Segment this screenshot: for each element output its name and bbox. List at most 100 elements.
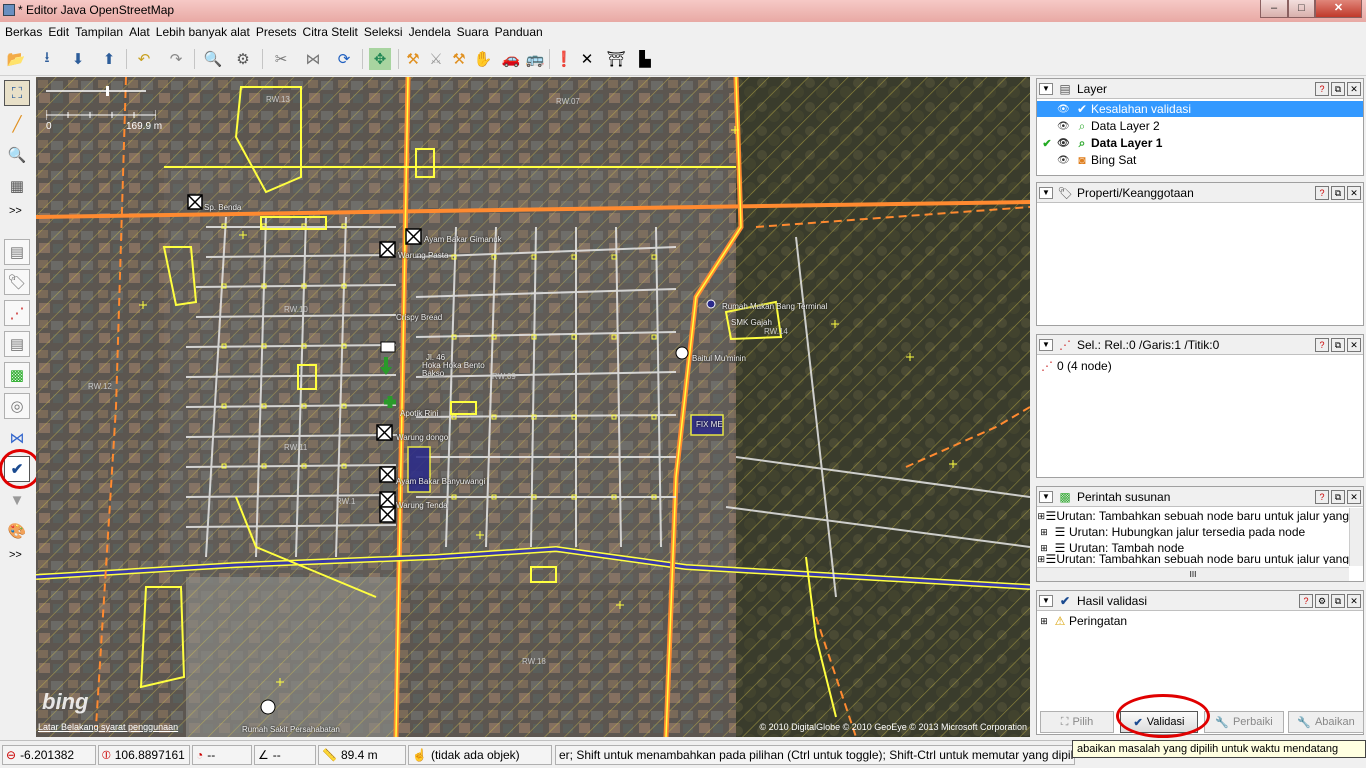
select-tool-icon[interactable]: ⛶: [4, 80, 30, 106]
selection-panel-header[interactable]: ▼ ⋰ Sel.: Rel.:0 /Garis:1 /Titik:0 ? ⧉ ✕: [1037, 335, 1363, 355]
properties-toggle-icon[interactable]: 🏷: [4, 269, 30, 295]
visibility-eye-icon[interactable]: 👁: [1057, 138, 1073, 149]
filter-icon[interactable]: ▼: [4, 487, 30, 513]
menu-file[interactable]: Berkas: [2, 25, 45, 39]
expand-icon[interactable]: ⊞: [1037, 511, 1045, 522]
collapse-icon[interactable]: ▼: [1039, 490, 1053, 503]
help-icon[interactable]: ?: [1315, 82, 1329, 96]
disconnect-icon[interactable]: ⚔: [425, 48, 447, 70]
open-file-icon[interactable]: 📂: [5, 48, 27, 70]
extend-icon[interactable]: ⚒: [448, 48, 470, 70]
menu-view[interactable]: Tampilan: [72, 25, 126, 39]
vertical-scrollbar[interactable]: [1349, 508, 1363, 566]
validation-item[interactable]: ⊞ ⚠ Peringatan: [1037, 613, 1363, 629]
selection-list-toggle-icon[interactable]: ⋰: [4, 300, 30, 326]
upload-icon[interactable]: ⬆: [98, 48, 120, 70]
layers-panel-header[interactable]: ▼ ▤ Layer ? ⧉ ✕: [1037, 79, 1363, 99]
close-icon[interactable]: ✕: [1347, 82, 1361, 96]
help-icon[interactable]: ?: [1315, 490, 1329, 504]
car-icon[interactable]: 🚗: [500, 48, 522, 70]
menu-audio[interactable]: Suara: [454, 25, 492, 39]
split-way-icon[interactable]: ✂: [270, 48, 292, 70]
zoom-search-icon[interactable]: 🔍: [202, 48, 224, 70]
menu-help[interactable]: Panduan: [492, 25, 546, 39]
move-node-icon[interactable]: ✥: [369, 48, 391, 70]
expand-icon[interactable]: ⊞: [1037, 527, 1051, 538]
select-button[interactable]: ⛶ Pilih: [1040, 711, 1114, 733]
horizontal-scrollbar[interactable]: III: [1037, 567, 1349, 581]
help-icon[interactable]: ?: [1315, 338, 1329, 352]
command-item[interactable]: ⊞ ☰ Urutan: Tambahkan sebuah node baru un…: [1037, 554, 1349, 564]
commands-toggle-icon[interactable]: ▤: [4, 331, 30, 357]
validation-panel-header[interactable]: ▼ ✔ Hasil validasi ? ⚙ ⧉ ✕: [1037, 591, 1363, 611]
scroll-grip[interactable]: III: [1190, 570, 1197, 579]
maximize-button[interactable]: □: [1288, 0, 1315, 18]
collapse-icon[interactable]: ▼: [1039, 338, 1053, 351]
zoom-tool-icon[interactable]: 🔍: [4, 142, 30, 168]
collapse-icon[interactable]: ▼: [1039, 186, 1053, 199]
more-panels-icon[interactable]: >>: [9, 549, 22, 561]
improve-way-icon[interactable]: ▦: [4, 173, 30, 199]
close-button[interactable]: ✕: [1315, 0, 1362, 18]
close-icon[interactable]: ✕: [1347, 338, 1361, 352]
command-item[interactable]: ⊞ ☰ Urutan: Tambahkan sebuah node baru un…: [1037, 508, 1349, 524]
properties-panel-header[interactable]: ▼ 🏷 Properti/Keanggotaan ? ⧉ ✕: [1037, 183, 1363, 203]
collapse-icon[interactable]: ▼: [1039, 594, 1053, 607]
menu-edit[interactable]: Edit: [45, 25, 72, 39]
detach-icon[interactable]: ⧉: [1331, 338, 1345, 352]
map-paint-icon[interactable]: ▩: [4, 362, 30, 388]
visibility-eye-icon[interactable]: 👁: [1057, 121, 1073, 132]
preferences-icon[interactable]: ⚙: [232, 48, 254, 70]
reverse-way-icon[interactable]: ⟳: [333, 48, 355, 70]
minimize-button[interactable]: –: [1260, 0, 1288, 18]
menu-tools[interactable]: Alat: [126, 25, 153, 39]
history-icon[interactable]: ◎: [4, 393, 30, 419]
menu-imagery[interactable]: Citra Stelit: [300, 25, 361, 39]
layer-row[interactable]: ✔ 👁 ⌕ Data Layer 1: [1037, 135, 1363, 151]
detach-icon[interactable]: ⧉: [1331, 594, 1345, 608]
download-icon[interactable]: ⬇: [67, 48, 89, 70]
redo-icon[interactable]: ↷: [165, 48, 187, 70]
draw-tool-icon[interactable]: ╱: [4, 111, 30, 137]
close-icon[interactable]: ✕: [1347, 490, 1361, 504]
settings-icon[interactable]: ⚙: [1315, 594, 1329, 608]
expand-icon[interactable]: ⊞: [1037, 616, 1051, 627]
layer-list-toggle-icon[interactable]: ▤: [4, 239, 30, 265]
detach-icon[interactable]: ⧉: [1331, 490, 1345, 504]
layer-row[interactable]: 👁 ⌕ Data Layer 2: [1037, 118, 1363, 134]
menu-presets[interactable]: Presets: [253, 25, 300, 39]
combine-way-icon[interactable]: ⋈: [302, 48, 324, 70]
close-icon[interactable]: ✕: [1347, 594, 1361, 608]
save-icon[interactable]: ⭳: [36, 48, 58, 70]
undo-icon[interactable]: ↶: [133, 48, 155, 70]
conflict-icon[interactable]: ⋈: [4, 425, 30, 451]
expand-icon[interactable]: ⊞: [1037, 543, 1051, 554]
cross-icon[interactable]: ✕: [576, 48, 598, 70]
menu-window[interactable]: Jendela: [406, 25, 454, 39]
layer-row[interactable]: 👁 ◙ Bing Sat: [1037, 152, 1363, 168]
palette-icon[interactable]: 🎨: [4, 518, 30, 544]
visibility-eye-icon[interactable]: 👁: [1057, 155, 1073, 166]
close-icon[interactable]: ✕: [1347, 186, 1361, 200]
bridge-icon[interactable]: ⛩: [605, 48, 627, 70]
bus-icon[interactable]: 🚌: [524, 48, 546, 70]
help-icon[interactable]: ?: [1299, 594, 1313, 608]
ignore-button[interactable]: 🔧 Abaikan: [1288, 711, 1364, 733]
command-item[interactable]: ⊞ ☰ Urutan: Hubungkan jalur tersedia pada…: [1037, 524, 1349, 540]
imagery-terms-link[interactable]: Latar Belakang syarat penggunaan: [38, 722, 178, 732]
map-view[interactable]: 0 169.9 m Ayam Bakar Gimanuk Warung Past…: [36, 77, 1030, 737]
fix-button[interactable]: 🔧 Perbaiki: [1204, 711, 1284, 733]
connect-nodes-icon[interactable]: ⚒: [402, 48, 424, 70]
visibility-eye-icon[interactable]: 👁: [1057, 104, 1073, 115]
hand-icon[interactable]: ✋: [472, 48, 494, 70]
commands-panel-header[interactable]: ▼ ▩ Perintah susunan ? ⧉ ✕: [1037, 487, 1363, 507]
detach-icon[interactable]: ⧉: [1331, 186, 1345, 200]
help-icon[interactable]: ?: [1315, 186, 1329, 200]
detach-icon[interactable]: ⧉: [1331, 82, 1345, 96]
more-tools-icon[interactable]: >>: [9, 205, 22, 217]
map-canvas[interactable]: [36, 77, 1030, 737]
industrial-icon[interactable]: ▙: [634, 48, 656, 70]
expand-icon[interactable]: ⊞: [1037, 554, 1045, 564]
layer-row[interactable]: 👁 ✔ Kesalahan validasi: [1037, 101, 1363, 117]
collapse-icon[interactable]: ▼: [1039, 82, 1053, 95]
